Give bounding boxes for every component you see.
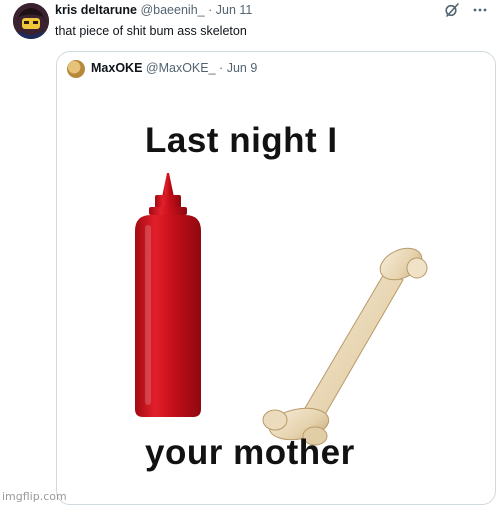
tweet-text: that piece of shit bum ass skeleton: [55, 24, 247, 38]
quoted-avatar[interactable]: [67, 60, 85, 78]
watermark: imgflip.com: [2, 490, 67, 503]
more-icon[interactable]: [472, 2, 488, 23]
meme-bottom-text: your mother: [145, 433, 355, 472]
tweet-header: kris deltarune @baeenih_ · Jun 11: [55, 3, 440, 21]
femur-bone-image: [262, 247, 428, 446]
display-name[interactable]: kris deltarune: [55, 3, 137, 17]
avatar[interactable]: [13, 3, 49, 39]
quoted-separator: ·: [219, 61, 224, 75]
quoted-display-name[interactable]: MaxOKE: [91, 61, 142, 75]
tweet: kris deltarune @baeenih_ · Jun 11 that p…: [0, 0, 500, 507]
ketchup-bottle-image: [135, 173, 201, 417]
grok-icon[interactable]: [444, 2, 460, 23]
tweet-actions-top: [444, 2, 488, 23]
quoted-tweet[interactable]: MaxOKE @MaxOKE_ · Jun 9 Last night I you…: [56, 51, 496, 505]
quoted-handle[interactable]: @MaxOKE_: [146, 61, 216, 75]
meme-image[interactable]: Last night I your mother: [57, 88, 495, 504]
handle[interactable]: @baeenih_: [140, 3, 204, 17]
quoted-date[interactable]: Jun 9: [227, 61, 258, 75]
tweet-date[interactable]: Jun 11: [216, 3, 253, 17]
meme-top-text: Last night I: [145, 121, 338, 160]
separator: ·: [208, 3, 213, 17]
quoted-header: MaxOKE @MaxOKE_ · Jun 9: [91, 61, 257, 75]
